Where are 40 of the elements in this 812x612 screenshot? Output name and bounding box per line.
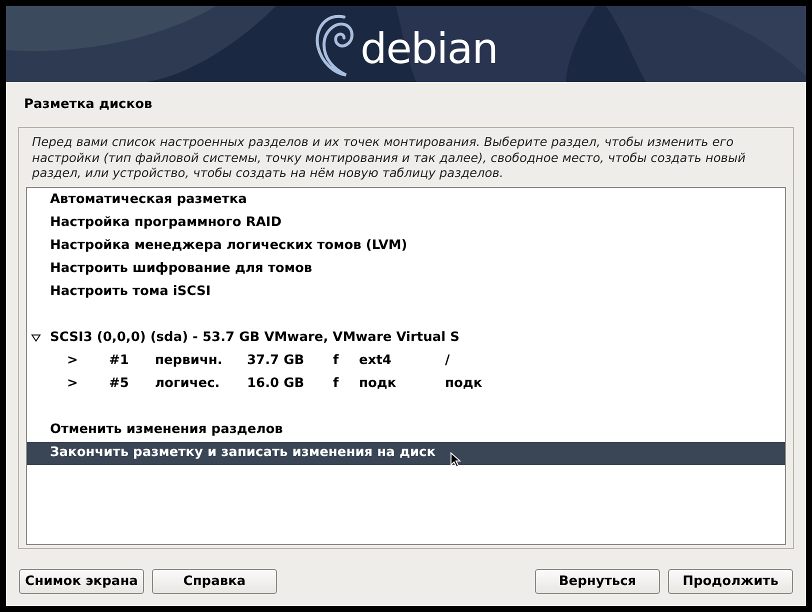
dialog-button[interactable]: Вернуться bbox=[535, 569, 660, 594]
partition-cell: f bbox=[333, 376, 339, 392]
disk-item[interactable]: SCSI3 (0,0,0) (sda) - 53.7 GB VMware, VMware Virtual S bbox=[27, 326, 785, 350]
menu-item-label: Настройка менеджера логических томов (LVM) bbox=[50, 237, 408, 256]
menu-item[interactable]: Настроить тома iSCSI bbox=[27, 280, 785, 304]
partition-cell: > bbox=[67, 376, 78, 392]
menu-item[interactable]: Отменить изменения разделов bbox=[27, 418, 785, 442]
partition-cell: подк bbox=[445, 376, 482, 392]
partition-cell: > bbox=[67, 353, 78, 368]
partition-item[interactable]: > #1 первичн. 37.7 GB f ext4 / bbox=[27, 350, 785, 372]
logo-text: debian bbox=[360, 23, 498, 75]
menu-item[interactable]: Настройка менеджера логических томов (LVM) bbox=[27, 234, 785, 258]
menu-item-label: Настройка программного RAID bbox=[50, 214, 282, 232]
partition-cell: первичн. bbox=[155, 353, 222, 368]
partition-cell: #5 bbox=[109, 376, 129, 392]
cursor-icon bbox=[450, 452, 461, 468]
partition-item[interactable]: > #5 логичес. 16.0 GB f подк подк bbox=[27, 372, 785, 396]
partition-cell: 37.7 GB bbox=[247, 353, 304, 368]
partition-cell: 16.0 GB bbox=[247, 376, 304, 392]
partition-cell: ext4 bbox=[359, 353, 392, 368]
menu-item[interactable]: Настроить шифрование для томов bbox=[27, 258, 785, 280]
menu-item-label: Настроить тома iSCSI bbox=[50, 283, 211, 302]
menu-item[interactable]: Автоматическая разметка bbox=[27, 188, 785, 212]
menu-item[interactable]: Настройка программного RAID bbox=[27, 212, 785, 234]
description: Перед вами список настроенных разделов и их точек монтирования. Выберите раздел, чтобы изменить его настройки (тип файловой системы, точку монтирования и так далее), свободное место, чтобы создать новый раздел, или устройство, чтобы создать на нём новую таблицу разделов. bbox=[31, 135, 747, 182]
disk-label: SCSI3 (0,0,0) (sda) - 53.7 GB VMware, VMware Virtual S bbox=[50, 329, 460, 348]
menu-item[interactable]: Закончить разметку и записать изменения на диск bbox=[27, 442, 785, 464]
dialog-button[interactable]: Справка bbox=[152, 569, 277, 594]
partition-cell: подк bbox=[359, 376, 396, 392]
menu-item-label: Отменить изменения разделов bbox=[50, 421, 283, 440]
partition-cell: / bbox=[445, 353, 450, 368]
partition-cell: f bbox=[333, 353, 339, 368]
dialog-button[interactable]: Снимок экрана bbox=[19, 569, 144, 594]
page-title: Разметка дисков bbox=[23, 96, 154, 114]
dialog-button[interactable]: Продолжить bbox=[668, 569, 793, 594]
partition-cell: #1 bbox=[109, 353, 129, 368]
menu-item-label: Настроить шифрование для томов bbox=[50, 260, 312, 278]
partition-cell: логичес. bbox=[155, 376, 220, 392]
menu-item-label: Закончить разметку и записать изменения на диск bbox=[50, 444, 436, 462]
menu-item-label: Автоматическая разметка bbox=[50, 191, 247, 210]
